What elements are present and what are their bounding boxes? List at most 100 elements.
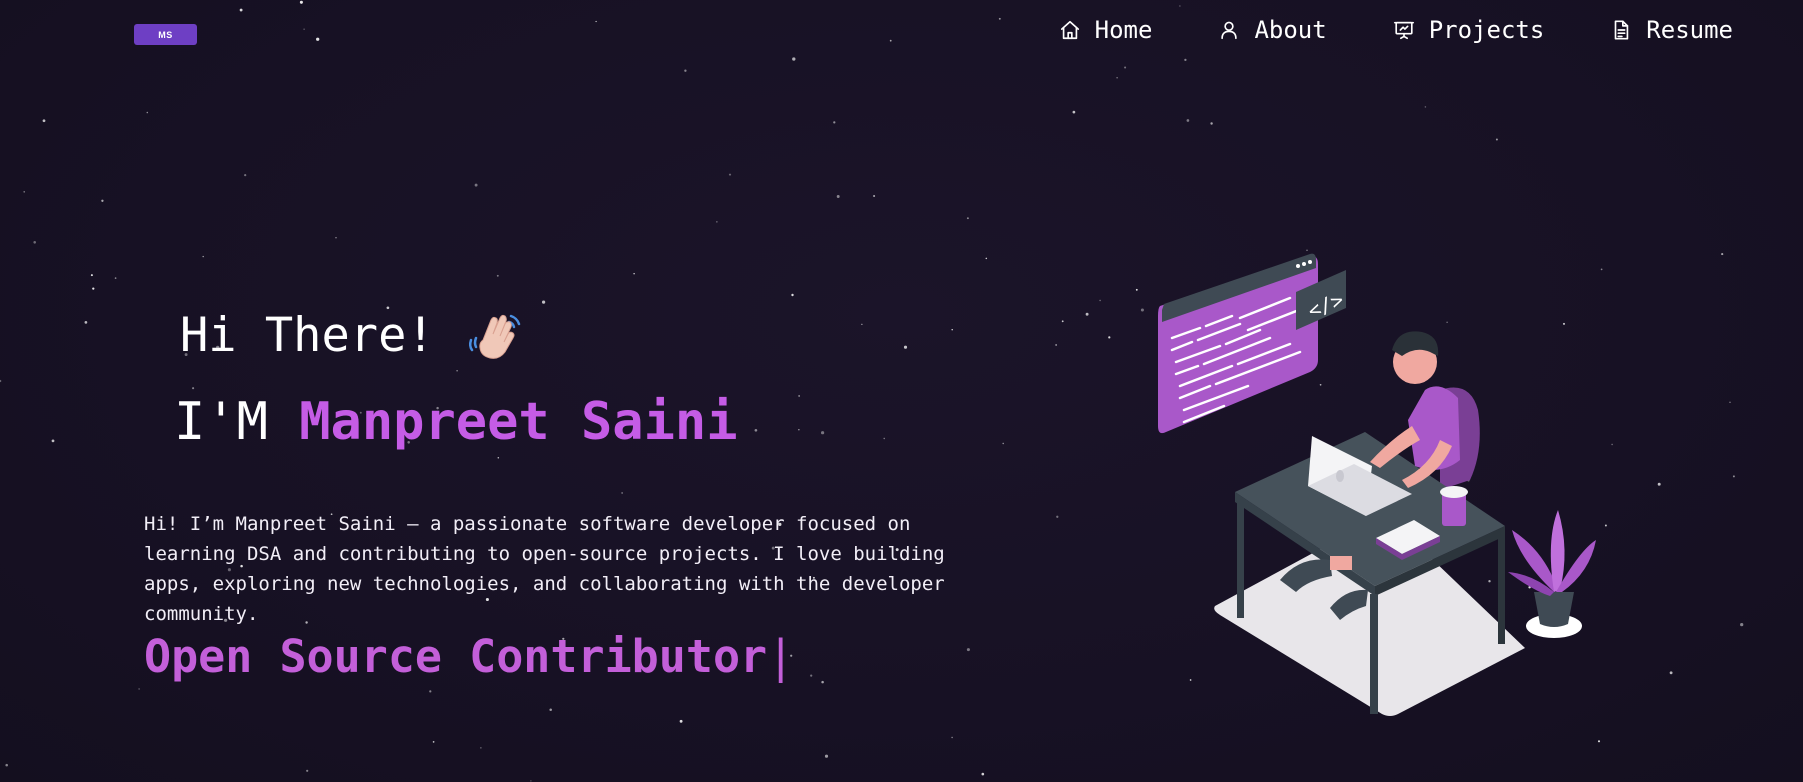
star	[1186, 119, 1190, 122]
star	[1099, 299, 1101, 302]
star	[0, 379, 2, 383]
star	[474, 183, 478, 187]
star	[1657, 482, 1661, 486]
typed-role: Open Source Contributor|	[144, 630, 794, 683]
star	[114, 277, 117, 279]
star	[101, 199, 104, 202]
star	[798, 395, 800, 397]
star	[549, 708, 552, 712]
star	[239, 8, 243, 12]
star	[1135, 288, 1138, 291]
star	[684, 69, 687, 72]
star	[595, 20, 597, 23]
star	[542, 300, 546, 304]
star	[5, 763, 8, 767]
star	[138, 688, 140, 690]
star	[316, 37, 320, 41]
star	[951, 736, 953, 739]
page: MS Home About Projects Resume Hi There! …	[0, 0, 1803, 782]
star	[335, 237, 337, 239]
star	[303, 28, 305, 30]
star	[873, 194, 876, 198]
star	[202, 255, 204, 258]
star	[1729, 401, 1731, 403]
star	[810, 674, 813, 677]
presentation-icon	[1393, 21, 1414, 40]
potted-plant	[1508, 510, 1596, 638]
greeting-text: Hi There!	[180, 308, 435, 363]
nav-item-projects[interactable]: Projects	[1393, 14, 1545, 46]
developer-at-desk-illustration: </>	[1158, 253, 1596, 716]
user-icon	[1221, 21, 1238, 40]
star	[966, 648, 970, 652]
code-window	[1158, 253, 1318, 434]
star	[889, 39, 892, 42]
name-highlight: Manpreet Saini	[299, 392, 738, 452]
star	[1721, 253, 1724, 256]
nav-item-label: Home	[1094, 16, 1153, 44]
star	[633, 273, 635, 275]
star	[1108, 336, 1111, 339]
star	[432, 741, 435, 743]
star	[981, 772, 985, 776]
star	[1085, 312, 1089, 316]
waving-hand-icon	[468, 314, 520, 359]
star	[833, 121, 836, 124]
star	[792, 57, 796, 61]
nav-item-resume[interactable]: Resume	[1610, 14, 1733, 46]
greeting: Hi There!	[180, 308, 523, 363]
name-heading: I'M Manpreet Saini	[174, 392, 738, 452]
star	[299, 0, 303, 4]
star	[1210, 122, 1213, 125]
star	[1055, 344, 1057, 346]
star	[90, 274, 93, 277]
star	[1732, 475, 1735, 478]
star	[821, 431, 825, 435]
star	[1184, 58, 1187, 62]
star	[480, 747, 482, 749]
nav-item-label: About	[1254, 16, 1327, 44]
star	[1124, 66, 1127, 69]
star	[192, 387, 195, 390]
logo[interactable]: MS	[134, 24, 197, 45]
star	[836, 195, 840, 198]
home-icon	[1060, 20, 1079, 40]
star	[1061, 320, 1064, 323]
star	[84, 321, 88, 324]
coffee-cup	[1440, 486, 1468, 526]
star	[92, 287, 95, 290]
star	[883, 437, 885, 440]
star	[1002, 442, 1004, 445]
navbar: Home About Projects Resume	[993, 14, 1733, 46]
star	[1056, 515, 1059, 518]
nav-item-label: Projects	[1428, 16, 1545, 44]
star	[966, 217, 969, 220]
star	[821, 680, 824, 684]
star	[51, 439, 55, 443]
star	[728, 173, 732, 176]
star	[1669, 671, 1673, 675]
name-prefix: I'M	[174, 392, 268, 452]
bio-paragraph: Hi! I’m Manpreet Saini — a passionate so…	[144, 513, 945, 625]
logo-text: MS	[158, 29, 173, 40]
star	[754, 428, 758, 432]
star	[23, 191, 25, 193]
star	[621, 492, 623, 494]
star	[1495, 138, 1498, 141]
star	[496, 274, 499, 277]
star	[42, 119, 46, 123]
nav-item-about[interactable]: About	[1218, 14, 1327, 46]
star	[716, 221, 718, 223]
star	[146, 111, 149, 114]
star	[791, 293, 794, 297]
typed-role-text: Open Source Contributor	[144, 630, 768, 683]
nav-item-home[interactable]: Home	[1059, 14, 1153, 46]
star	[1740, 622, 1744, 627]
star	[798, 429, 800, 431]
star	[1597, 740, 1601, 743]
star	[1179, 5, 1181, 7]
star	[33, 241, 36, 244]
star	[306, 769, 309, 772]
star	[824, 754, 829, 758]
star	[497, 457, 500, 459]
